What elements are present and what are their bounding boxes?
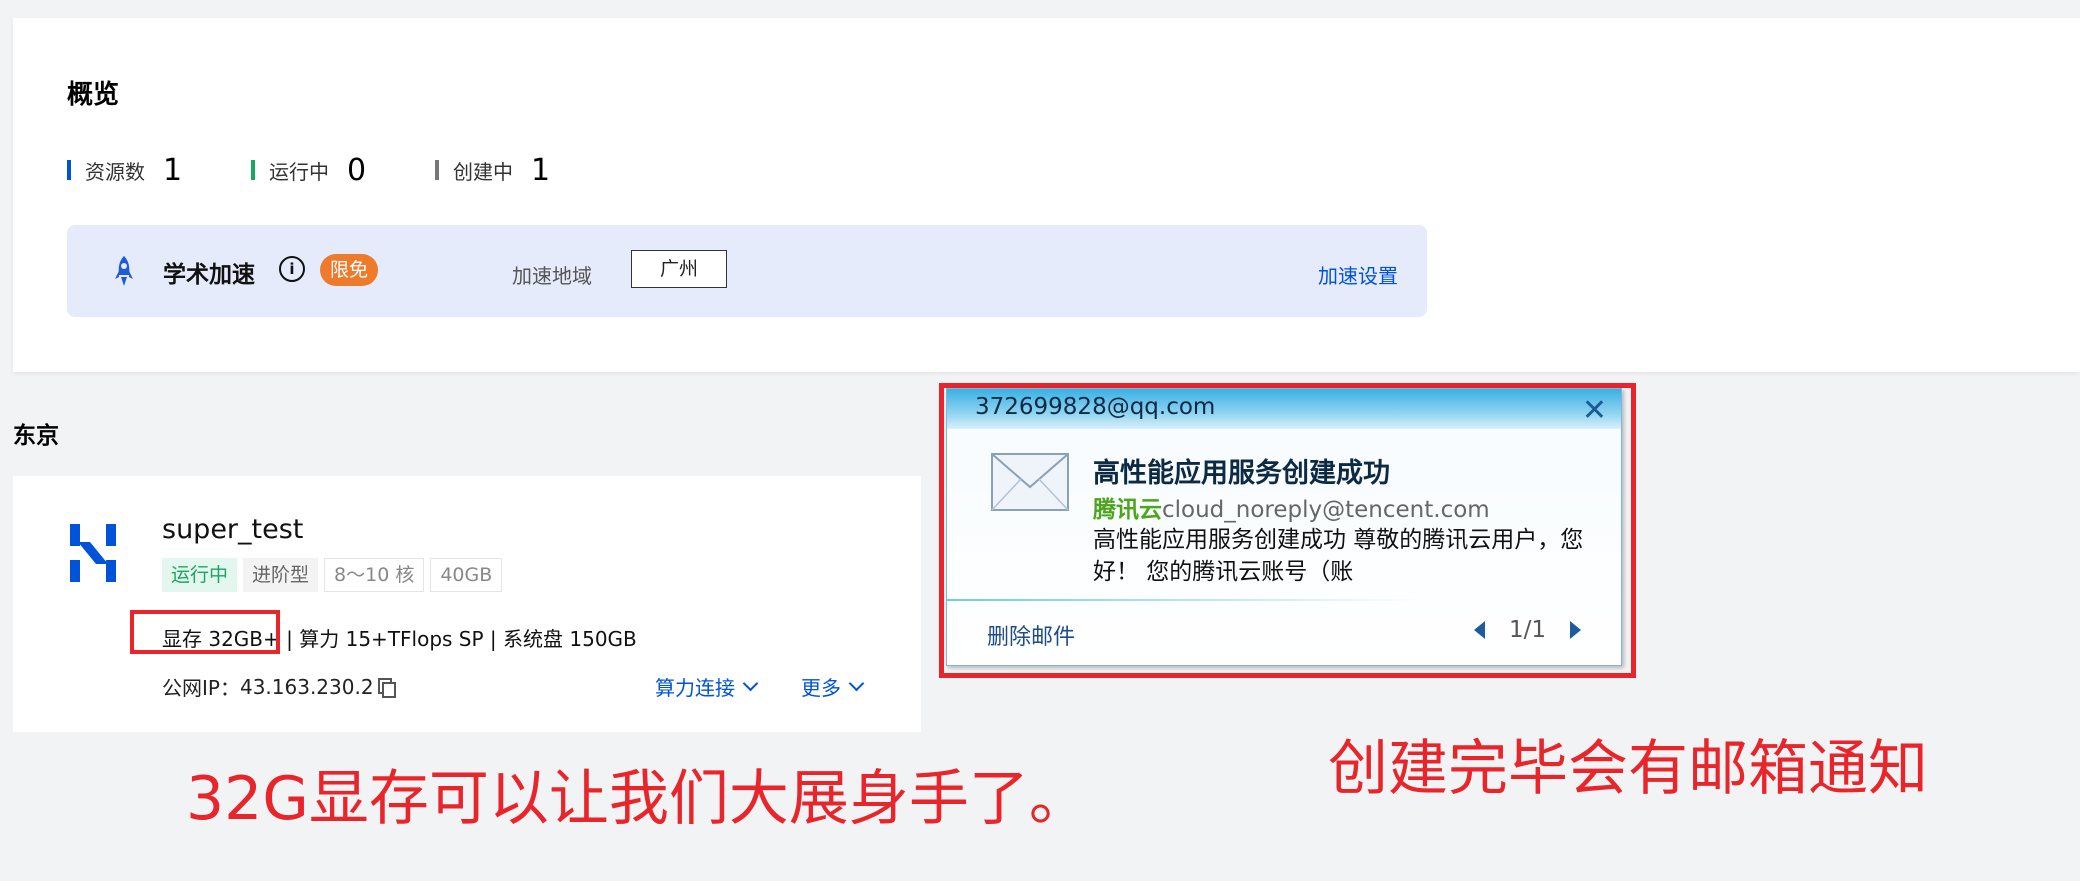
public-ip-row: 公网IP： 43.163.230.2 <box>162 672 396 701</box>
delete-mail-button[interactable]: 删除邮件 <box>987 619 1075 651</box>
rocket-icon <box>115 256 133 286</box>
region-select[interactable]: 广州 <box>631 250 727 288</box>
mail-sender: 腾讯云cloud_noreply@tencent.com <box>1093 490 1490 524</box>
stat-label: 创建中 <box>453 159 513 184</box>
free-badge: 限免 <box>320 254 379 286</box>
region-label: 加速地域 <box>512 264 592 288</box>
acceleration-settings-link[interactable]: 加速设置 <box>1318 260 1398 289</box>
academic-acceleration-banner: 学术加速 i 限免 加速地域 广州 加速设置 <box>67 225 1427 317</box>
mail-account: 372699828@qq.com <box>975 394 1216 420</box>
stat-value: 0 <box>347 152 367 188</box>
ip-label: 公网IP： <box>162 676 240 700</box>
chevron-down-icon <box>742 675 759 692</box>
compute-connect-dropdown[interactable]: 算力连接 <box>655 672 759 701</box>
mail-pager: 1/1 <box>1473 617 1581 643</box>
envelope-icon <box>991 453 1069 511</box>
page-indicator: 1/1 <box>1508 617 1546 643</box>
cpu-badge: 8～10 核 <box>324 558 425 592</box>
more-label: 更多 <box>801 676 841 700</box>
next-page-icon[interactable] <box>1570 621 1581 639</box>
overview-title: 概览 <box>67 80 120 110</box>
mail-notification-popup: 372699828@qq.com ✕ 高性能应用服务创建成功 腾讯云cloud_… <box>946 388 1622 666</box>
memory-badge: 40GB <box>430 558 503 592</box>
prev-page-icon[interactable] <box>1473 621 1485 639</box>
compute-connect-label: 算力连接 <box>655 676 735 700</box>
stat-bar <box>67 160 71 180</box>
acceleration-title: 学术加速 <box>163 262 255 288</box>
tier-badge: 进阶型 <box>243 558 319 592</box>
annotation-right: 创建完毕会有邮箱通知 <box>1328 734 1928 804</box>
instance-tags: 运行中 进阶型 8～10 核 40GB <box>162 558 503 592</box>
stat-running: 运行中 0 <box>251 150 366 190</box>
stat-bar <box>251 160 255 180</box>
spec-separator: | <box>483 627 504 651</box>
close-icon[interactable]: ✕ <box>1582 393 1607 428</box>
instance-logo-icon <box>70 524 116 582</box>
stat-label: 运行中 <box>269 159 329 184</box>
vram-highlight-box <box>130 610 280 654</box>
annotation-left: 32G显存可以让我们大展身手了。 <box>186 764 1089 834</box>
stat-creating: 创建中 1 <box>435 150 550 190</box>
info-icon[interactable]: i <box>279 256 305 282</box>
copy-icon[interactable] <box>377 677 396 698</box>
spec-compute: 算力 15+TFlops SP <box>299 627 484 651</box>
instance-name[interactable]: super_test <box>162 514 303 545</box>
mail-divider <box>947 599 1419 601</box>
sender-brand: 腾讯云 <box>1093 497 1162 523</box>
chevron-down-icon <box>848 675 865 692</box>
stat-value: 1 <box>531 152 551 188</box>
stat-value: 1 <box>163 152 183 188</box>
stat-bar <box>435 160 439 180</box>
ip-value: 43.163.230.2 <box>239 674 374 699</box>
status-badge: 运行中 <box>162 558 238 592</box>
stat-resources: 资源数 1 <box>67 150 182 190</box>
region-title: 东京 <box>13 423 59 449</box>
mail-preview[interactable]: 高性能应用服务创建成功 尊敬的腾讯云用户，您好！ 您的腾讯云账号（账 <box>1093 524 1593 588</box>
instance-card: super_test 运行中 进阶型 8～10 核 40GB 显存 32GB+ … <box>13 476 921 732</box>
overview-panel: 概览 资源数 1 运行中 0 创建中 1 学术加速 i 限免 加速地域 广州 加… <box>13 18 2080 372</box>
spec-disk: 系统盘 150GB <box>503 627 637 651</box>
more-dropdown[interactable]: 更多 <box>801 672 865 701</box>
spec-separator: | <box>279 627 300 651</box>
mail-header: 372699828@qq.com ✕ <box>947 389 1621 429</box>
stat-label: 资源数 <box>85 159 145 184</box>
sender-email: cloud_noreply@tencent.com <box>1162 497 1490 523</box>
mail-subject[interactable]: 高性能应用服务创建成功 <box>1093 451 1390 490</box>
